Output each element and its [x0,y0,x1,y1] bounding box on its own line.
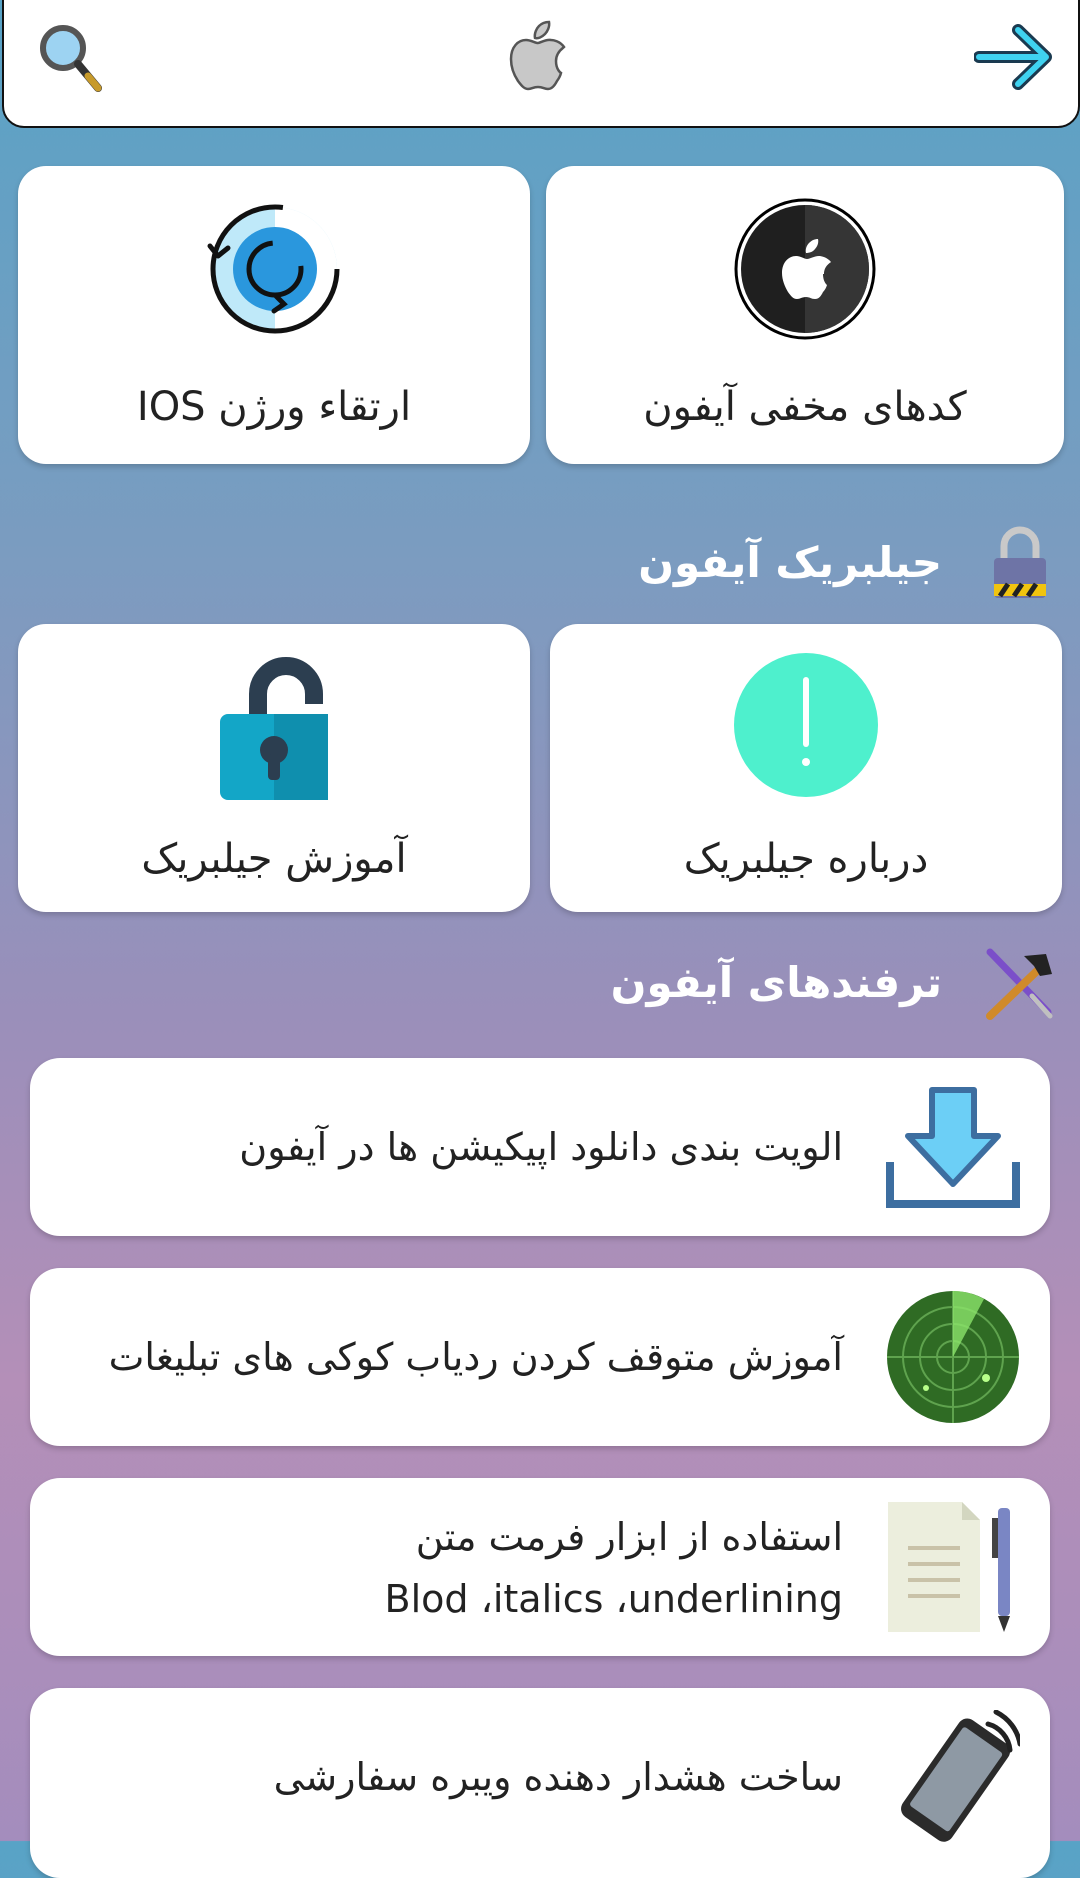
arrow-right-icon[interactable] [974,22,1054,92]
hidden-codes-card[interactable]: کدهای مخفی آیفون [546,166,1064,464]
apple-logo-icon [509,20,566,91]
update-sync-icon [207,204,340,334]
hammer-screwdriver-icon [986,948,1053,1020]
download-icon [886,1087,1020,1208]
list-item-text: الویت بندی دانلود اپیکیشن ها در آیفون [239,1125,843,1169]
list-item-custom-vibration[interactable]: ساخت هشدار دهنده ویبره سفارشی [30,1688,1050,1878]
radar-icon [887,1291,1019,1423]
list-item-text: ساخت هشدار دهنده ویبره سفارشی [273,1755,843,1799]
list-item-text: استفاده از ابزار فرمت متن Blod ،italics … [384,1515,844,1621]
document-pen-icon [888,1502,1010,1632]
list-item-download-priority[interactable]: الویت بندی دانلود اپیکیشن ها در آیفون [30,1058,1050,1236]
search-icon[interactable] [36,18,106,98]
ios-update-card[interactable]: ارتقاء ورژن IOS [18,166,530,464]
unlocked-padlock-icon [220,657,328,800]
about-jailbreak-card[interactable]: درباره جیلبریک [550,624,1062,912]
vibrating-phone-icon [901,1710,1020,1842]
tricks-section-title: ترفندهای آیفون [610,958,942,1007]
list-item-text-format[interactable]: استفاده از ابزار فرمت متن Blod ،italics … [30,1478,1050,1656]
jailbreak-tutorial-card[interactable]: آموزش جیلبریک [18,624,530,912]
ios-update-label: ارتقاء ورژن IOS [136,384,412,430]
jailbreak-section-title: جیلبریک آیفون [638,538,942,587]
list-item-text: آموزش متوقف کردن ردیاب کوکی های تبلیغات [108,1335,843,1379]
apple-circle-icon [734,198,876,340]
hidden-codes-label: کدهای مخفی آیفون [643,384,967,430]
list-item-stop-ad-tracker[interactable]: آموزش متوقف کردن ردیاب کوکی های تبلیغات [30,1268,1050,1446]
jailbreak-tutorial-label: آموزش جیلبریک [141,836,407,882]
padlock-icon [994,526,1046,598]
app-header [2,0,1080,128]
about-jailbreak-label: درباره جیلبریک [683,836,929,882]
exclamation-circle-icon [734,653,878,797]
